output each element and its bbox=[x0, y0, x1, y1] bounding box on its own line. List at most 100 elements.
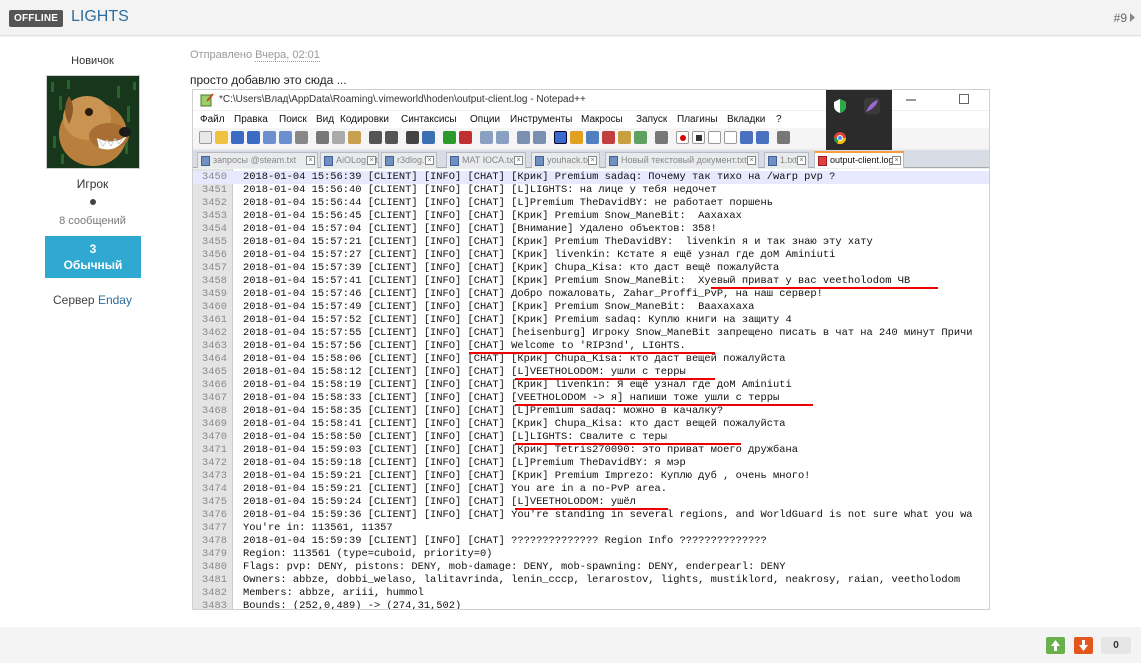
zoom-in-icon[interactable] bbox=[443, 131, 456, 144]
editor-line[interactable]: 3452 2018-01-04 15:56:44 [CLIENT] [INFO] … bbox=[193, 197, 989, 210]
posted-time[interactable]: Вчера, 02:01 bbox=[255, 49, 320, 62]
close-tab-icon[interactable]: × bbox=[892, 156, 901, 165]
menu-file[interactable]: Файл bbox=[200, 114, 225, 125]
run-icon[interactable] bbox=[756, 131, 769, 144]
editor-line[interactable]: 3479 Region: 113561 (type=cuboid, priorit… bbox=[193, 548, 989, 561]
editor-line[interactable]: 3453 2018-01-04 15:56:45 [CLIENT] [INFO] … bbox=[193, 210, 989, 223]
npp-editor[interactable]: 3450 2018-01-04 15:56:39 [CLIENT] [INFO] … bbox=[193, 169, 989, 609]
shield-icon[interactable] bbox=[832, 98, 848, 114]
close-tab-icon[interactable]: × bbox=[747, 156, 756, 165]
record-macro-icon[interactable] bbox=[676, 131, 689, 144]
tab-item[interactable]: youhack.txt × bbox=[531, 152, 600, 168]
editor-line[interactable]: 3455 2018-01-04 15:57:21 [CLIENT] [INFO] … bbox=[193, 236, 989, 249]
sync-vertical-icon[interactable] bbox=[480, 131, 493, 144]
undo-icon[interactable] bbox=[369, 131, 382, 144]
close-tab-icon[interactable]: × bbox=[514, 156, 523, 165]
menu-encoding[interactable]: Кодировки bbox=[340, 114, 389, 125]
editor-line[interactable]: 3460 2018-01-04 15:57:49 [CLIENT] [INFO] … bbox=[193, 301, 989, 314]
menu-tools[interactable]: Инструменты bbox=[510, 114, 572, 125]
editor-line[interactable]: 3457 2018-01-04 15:57:39 [CLIENT] [INFO] … bbox=[193, 262, 989, 275]
editor-line[interactable]: 3459 2018-01-04 15:57:46 [CLIENT] [INFO] … bbox=[193, 288, 989, 301]
open-file-icon[interactable] bbox=[215, 131, 228, 144]
editor-line[interactable]: 3480 Flags: pvp: DENY, pistons: DENY, mob… bbox=[193, 561, 989, 574]
paste-icon[interactable] bbox=[348, 131, 361, 144]
feather-icon[interactable] bbox=[864, 98, 880, 114]
editor-line[interactable]: 3451 2018-01-04 15:56:40 [CLIENT] [INFO] … bbox=[193, 184, 989, 197]
menu-tabs[interactable]: Вкладки bbox=[727, 114, 765, 125]
editor-line[interactable]: 3462 2018-01-04 15:57:55 [CLIENT] [INFO] … bbox=[193, 327, 989, 340]
close-all-icon[interactable] bbox=[279, 131, 292, 144]
stop-record-icon[interactable] bbox=[692, 131, 705, 144]
editor-line[interactable]: 3476 2018-01-04 15:59:36 [CLIENT] [INFO] … bbox=[193, 509, 989, 522]
menu-run[interactable]: Запуск bbox=[636, 114, 667, 125]
post-number-link[interactable]: #9 bbox=[1114, 11, 1127, 25]
tab-item-active[interactable]: output-client.log × bbox=[814, 151, 904, 168]
cut-icon[interactable] bbox=[316, 131, 329, 144]
replace-icon[interactable] bbox=[422, 131, 435, 144]
share-icon[interactable] bbox=[1129, 13, 1136, 22]
print-icon[interactable] bbox=[295, 131, 308, 144]
tab-item[interactable]: r3dlog.txt × bbox=[381, 152, 437, 168]
eye-icon[interactable] bbox=[655, 131, 668, 144]
editor-line[interactable]: 3477 You're in: 113561, 11357 bbox=[193, 522, 989, 535]
chrome-icon[interactable] bbox=[832, 130, 848, 146]
tab-item[interactable]: AiOLog.txt × bbox=[320, 152, 379, 168]
tab-item[interactable]: Новый текстовый документ.txt × bbox=[605, 152, 759, 168]
editor-line[interactable]: 3471 2018-01-04 15:59:03 [CLIENT] [INFO] … bbox=[193, 444, 989, 457]
tab-item[interactable]: МАТ ЮСА.txt × bbox=[446, 152, 526, 168]
close-tab-icon[interactable]: × bbox=[367, 156, 376, 165]
editor-line[interactable]: 3473 2018-01-04 15:59:21 [CLIENT] [INFO] … bbox=[193, 470, 989, 483]
monitoring-icon[interactable] bbox=[634, 131, 647, 144]
show-all-chars-icon[interactable] bbox=[533, 131, 546, 144]
save-icon[interactable] bbox=[231, 131, 244, 144]
close-tab-icon[interactable]: × bbox=[797, 156, 806, 165]
minimize-icon[interactable] bbox=[903, 92, 919, 106]
editor-line[interactable]: 3474 2018-01-04 15:59:21 [CLIENT] [INFO] … bbox=[193, 483, 989, 496]
editor-line[interactable]: 3469 2018-01-04 15:58:41 [CLIENT] [INFO] … bbox=[193, 418, 989, 431]
author-name-link[interactable]: LIGHTS bbox=[71, 8, 129, 26]
notepad-screenshot[interactable]: *C:\Users\Влад\AppData\Roaming\.vimeworl… bbox=[192, 89, 990, 610]
tab-item[interactable]: запросы @steam.txt × bbox=[197, 152, 318, 168]
editor-line[interactable]: 3481 Owners: abbze, dobbi_welaso, lalitav… bbox=[193, 574, 989, 587]
save-all-icon[interactable] bbox=[247, 131, 260, 144]
function-list-icon[interactable] bbox=[602, 131, 615, 144]
indent-guide-icon[interactable] bbox=[554, 131, 567, 144]
tab-item[interactable]: 1.txt × bbox=[764, 152, 809, 168]
folder-workspace-icon[interactable] bbox=[618, 131, 631, 144]
editor-line[interactable]: 3466 2018-01-04 15:58:19 [CLIENT] [INFO] … bbox=[193, 379, 989, 392]
editor-line[interactable]: 3464 2018-01-04 15:58:06 [CLIENT] [INFO] … bbox=[193, 353, 989, 366]
vote-up-button[interactable] bbox=[1046, 637, 1065, 654]
menu-syntax[interactable]: Синтаксисы bbox=[401, 114, 457, 125]
copy-icon[interactable] bbox=[332, 131, 345, 144]
editor-line[interactable]: 3454 2018-01-04 15:57:04 [CLIENT] [INFO] … bbox=[193, 223, 989, 236]
editor-line[interactable]: 3483 Bounds: (252,0,489) -> (274,31,502) bbox=[193, 600, 989, 609]
editor-line[interactable]: 3482 Members: abbze, ariii, hummol bbox=[193, 587, 989, 600]
close-tab-icon[interactable]: × bbox=[306, 156, 315, 165]
menu-options[interactable]: Опции bbox=[470, 114, 500, 125]
zoom-out-icon[interactable] bbox=[459, 131, 472, 144]
editor-line[interactable]: 3472 2018-01-04 15:59:18 [CLIENT] [INFO] … bbox=[193, 457, 989, 470]
play-multiple-icon[interactable] bbox=[724, 131, 737, 144]
lang-icon[interactable] bbox=[570, 131, 583, 144]
word-wrap-icon[interactable] bbox=[517, 131, 530, 144]
doc-map-icon[interactable] bbox=[586, 131, 599, 144]
editor-line[interactable]: 3461 2018-01-04 15:57:52 [CLIENT] [INFO] … bbox=[193, 314, 989, 327]
close-file-icon[interactable] bbox=[263, 131, 276, 144]
editor-line[interactable]: 3450 2018-01-04 15:56:39 [CLIENT] [INFO] … bbox=[193, 171, 989, 184]
avatar[interactable] bbox=[46, 75, 140, 169]
menu-view[interactable]: Вид bbox=[316, 114, 334, 125]
save-macro-icon[interactable] bbox=[740, 131, 753, 144]
vote-down-button[interactable] bbox=[1074, 637, 1093, 654]
editor-line[interactable]: 3468 2018-01-04 15:58:35 [CLIENT] [INFO] … bbox=[193, 405, 989, 418]
editor-line[interactable]: 3456 2018-01-04 15:57:27 [CLIENT] [INFO] … bbox=[193, 249, 989, 262]
new-file-icon[interactable] bbox=[199, 131, 212, 144]
close-tab-icon[interactable]: × bbox=[588, 156, 597, 165]
menu-macros[interactable]: Макросы bbox=[581, 114, 623, 125]
play-macro-icon[interactable] bbox=[708, 131, 721, 144]
menu-search[interactable]: Поиск bbox=[279, 114, 307, 125]
find-icon[interactable] bbox=[406, 131, 419, 144]
close-tab-icon[interactable]: × bbox=[425, 156, 434, 165]
editor-line[interactable]: 3478 2018-01-04 15:59:39 [CLIENT] [INFO] … bbox=[193, 535, 989, 548]
menu-plugins[interactable]: Плагины bbox=[677, 114, 718, 125]
maximize-icon[interactable] bbox=[959, 94, 969, 104]
